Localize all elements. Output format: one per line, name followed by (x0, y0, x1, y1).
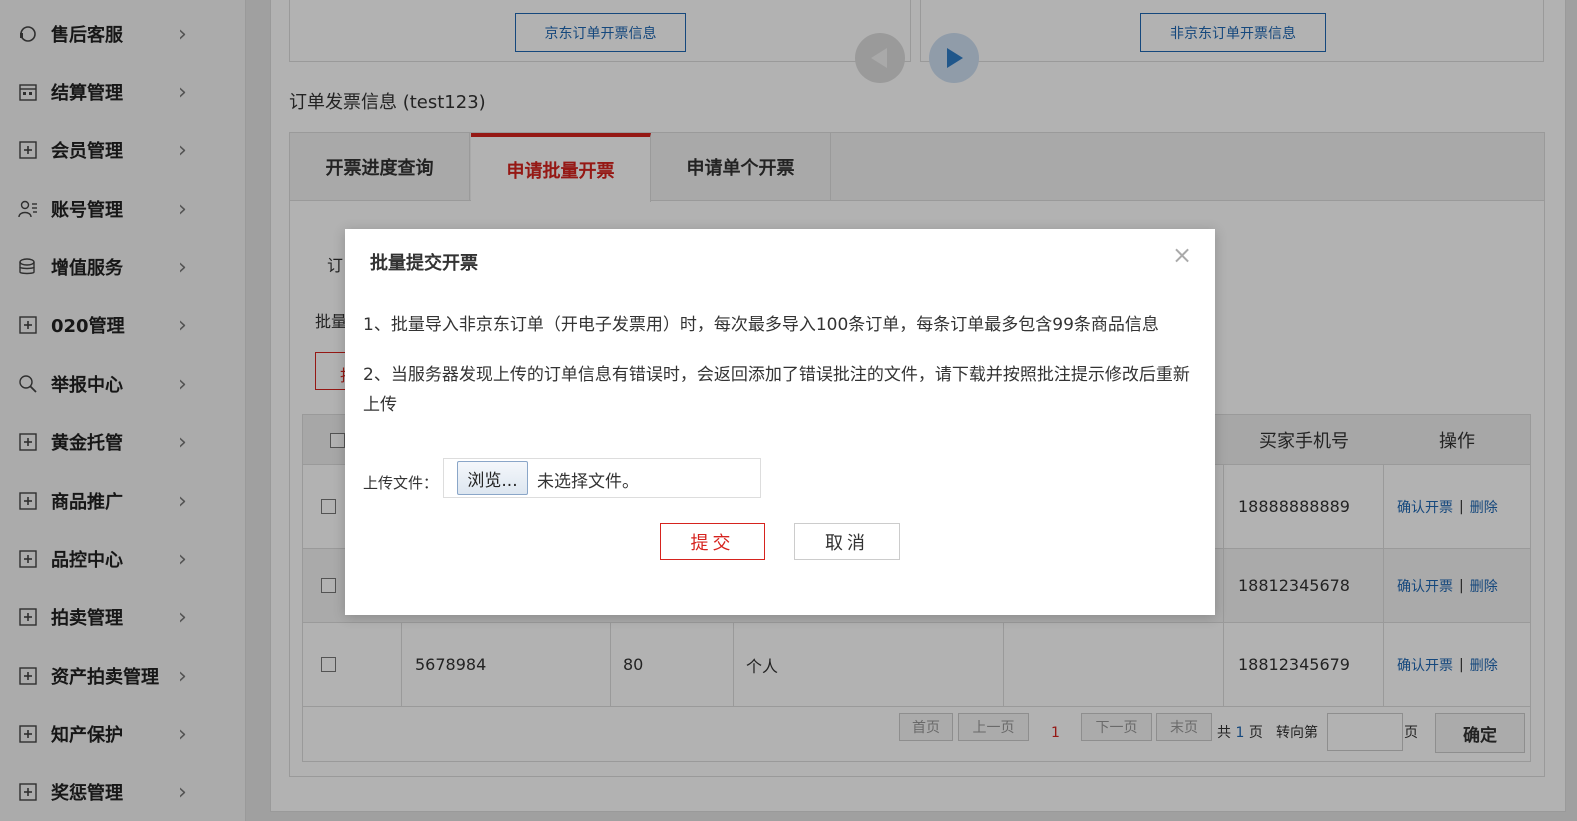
dialog-title: 批量提交开票 (370, 253, 478, 274)
browse-button[interactable]: 浏览... (457, 461, 528, 495)
file-status: 未选择文件。 (537, 472, 639, 492)
instruction-line-1: 1、批量导入非京东订单（开电子发票用）时，每次最多导入100条订单，每条订单最多… (363, 315, 1159, 335)
upload-label: 上传文件： (363, 474, 439, 492)
close-icon[interactable]: × (1172, 241, 1192, 269)
instruction-line-2: 2、当服务器发现上传的订单信息有错误时，会返回添加了错误批注的文件，请下载并按照… (363, 365, 1190, 415)
cancel-button[interactable]: 取消 (794, 523, 900, 560)
batch-invoice-dialog: 批量提交开票 × 1、批量导入非京东订单（开电子发票用）时，每次最多导入100条… (345, 229, 1215, 615)
file-input[interactable]: 浏览... 未选择文件。 (443, 458, 761, 498)
submit-button[interactable]: 提交 (660, 523, 765, 560)
